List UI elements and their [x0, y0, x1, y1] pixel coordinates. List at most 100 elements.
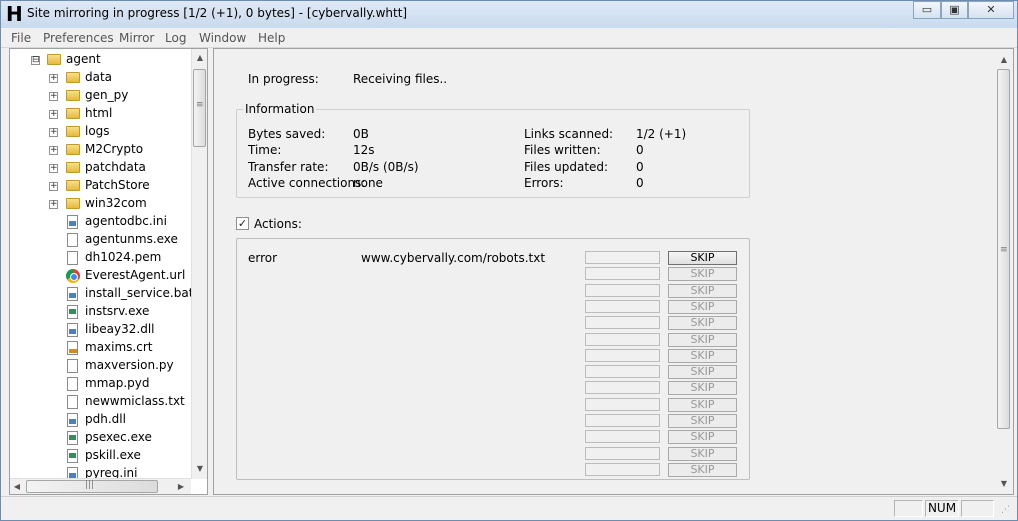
skip-button[interactable]: SKIP — [668, 462, 737, 477]
minimize-button[interactable]: ▭ — [913, 1, 941, 19]
action-row: SKIP — [237, 446, 749, 463]
action-row: SKIP — [237, 348, 749, 365]
tree-item-label: pskill.exe — [85, 448, 141, 462]
expand-icon[interactable]: + — [49, 110, 58, 119]
menu-preferences[interactable]: Preferences — [43, 31, 114, 45]
skip-button[interactable]: SKIP — [668, 414, 737, 428]
skip-button[interactable]: SKIP — [668, 267, 737, 282]
exe-file-icon — [67, 449, 78, 463]
tree-item-label: M2Crypto — [85, 142, 144, 156]
actions-checkbox[interactable]: ✓ — [236, 217, 249, 230]
tree-item-agent[interactable]: ⊟ agent — [10, 51, 190, 69]
scroll-down-icon[interactable]: ▼ — [195, 464, 205, 473]
tree-vertical-scrollbar[interactable]: ▲ ≡ ▼ — [191, 49, 207, 479]
folder-icon — [66, 90, 80, 101]
status-bar: NUM ⋰ — [1, 496, 1017, 520]
expand-icon[interactable]: + — [49, 164, 58, 173]
tree-file[interactable]: newwmiclass.txt — [10, 393, 190, 411]
action-status: error — [248, 251, 278, 265]
expand-icon[interactable]: + — [49, 74, 58, 83]
scroll-down-icon[interactable]: ▼ — [999, 479, 1009, 488]
skip-button[interactable]: SKIP — [668, 299, 737, 314]
skip-button[interactable]: SKIP — [668, 251, 737, 265]
skip-button[interactable]: SKIP — [668, 283, 737, 298]
file-icon — [67, 377, 78, 391]
tree-folder[interactable]: + win32com — [10, 195, 190, 213]
folder-tree[interactable]: ⊟ agent + data + gen_py + html + logs + M2Cry… — [9, 48, 208, 495]
action-row: SKIP — [237, 430, 749, 446]
menu-help[interactable]: Help — [258, 31, 285, 45]
tree-file[interactable]: agentunms.exe — [10, 231, 190, 249]
expand-icon[interactable]: + — [49, 92, 58, 101]
main-vscroll-thumb[interactable]: ≡ — [997, 69, 1010, 429]
action-progress — [585, 316, 660, 330]
tree-folder[interactable]: + M2Crypto — [10, 141, 190, 159]
tree-folder[interactable]: + data — [10, 69, 190, 87]
tree-item-label: patchdata — [85, 160, 146, 174]
tree-file[interactable]: pyreg.ini — [10, 465, 190, 478]
folder-icon — [66, 108, 80, 119]
scroll-up-icon[interactable]: ▲ — [999, 55, 1009, 64]
skip-button[interactable]: SKIP — [668, 381, 737, 396]
tree-folder[interactable]: + gen_py — [10, 87, 190, 105]
tree-file[interactable]: agentodbc.ini — [10, 213, 190, 231]
tree-file[interactable]: instsrv.exe — [10, 303, 190, 321]
title-bar[interactable]: H Site mirroring in progress [1/2 (+1), … — [1, 1, 1017, 28]
tree-file[interactable]: dh1024.pem — [10, 249, 190, 267]
bytes-saved-label: Bytes saved: — [248, 127, 326, 141]
skip-button[interactable]: SKIP — [668, 446, 737, 461]
tree-file[interactable]: maxversion.py — [10, 357, 190, 375]
tree-file[interactable]: pdh.dll — [10, 411, 190, 429]
menu-mirror[interactable]: Mirror — [119, 31, 154, 45]
status-panel-scroll — [961, 500, 994, 517]
main-vertical-scrollbar[interactable]: ▲ ≡ ▼ — [996, 51, 1012, 493]
scroll-left-icon[interactable]: ◀ — [12, 482, 22, 491]
action-row: SKIP — [237, 414, 749, 430]
skip-button[interactable]: SKIP — [668, 332, 737, 347]
tree-file[interactable]: maxims.crt — [10, 339, 190, 357]
action-progress — [585, 267, 660, 281]
transfer-rate-value: 0B/s (0B/s) — [353, 160, 419, 174]
tree-folder[interactable]: + html — [10, 105, 190, 123]
tree-file[interactable]: mmap.pyd — [10, 375, 190, 393]
tree-file[interactable]: psexec.exe — [10, 429, 190, 447]
tree-item-label: logs — [85, 124, 110, 138]
maximize-button[interactable]: ▣ — [941, 1, 968, 19]
txt-file-icon — [67, 395, 78, 409]
expand-icon[interactable]: + — [49, 146, 58, 155]
tree-item-label: newwmiclass.txt — [85, 394, 185, 408]
skip-button[interactable]: SKIP — [668, 316, 737, 331]
tree-file[interactable]: pskill.exe — [10, 447, 190, 465]
collapse-icon[interactable]: ⊟ — [31, 56, 40, 65]
expand-icon[interactable]: + — [49, 128, 58, 137]
menu-file[interactable]: File — [11, 31, 31, 45]
tree-hscroll-thumb[interactable]: ||| — [26, 480, 158, 493]
tree-folder[interactable]: + PatchStore — [10, 177, 190, 195]
scroll-up-icon[interactable]: ▲ — [195, 53, 205, 62]
expand-icon[interactable]: + — [49, 200, 58, 209]
tree-horizontal-scrollbar[interactable]: ◀ ||| ▶ — [10, 478, 191, 494]
folder-icon — [47, 54, 61, 65]
tree-file[interactable]: EverestAgent.url — [10, 267, 190, 285]
menu-window[interactable]: Window — [199, 31, 246, 45]
skip-button[interactable]: SKIP — [668, 397, 737, 412]
action-progress — [585, 365, 660, 379]
skip-button[interactable]: SKIP — [668, 365, 737, 380]
tree-vscroll-thumb[interactable]: ≡ — [193, 69, 206, 147]
tree-folder[interactable]: + logs — [10, 123, 190, 141]
tree-file[interactable]: libeay32.dll — [10, 321, 190, 339]
menu-log[interactable]: Log — [165, 31, 186, 45]
action-progress — [585, 397, 660, 411]
resize-grip-icon[interactable]: ⋰ — [1001, 505, 1010, 515]
folder-icon — [66, 198, 80, 209]
scroll-right-icon[interactable]: ▶ — [176, 482, 186, 491]
tree-file[interactable]: install_service.bat — [10, 285, 193, 303]
expand-icon[interactable]: + — [49, 182, 58, 191]
file-icon — [67, 359, 78, 373]
tree-item-label: win32com — [85, 196, 147, 210]
skip-button[interactable]: SKIP — [668, 348, 737, 363]
skip-button[interactable]: SKIP — [668, 430, 737, 445]
folder-icon — [66, 72, 80, 83]
tree-folder[interactable]: + patchdata — [10, 159, 190, 177]
close-button[interactable]: ✕ — [968, 1, 1014, 19]
